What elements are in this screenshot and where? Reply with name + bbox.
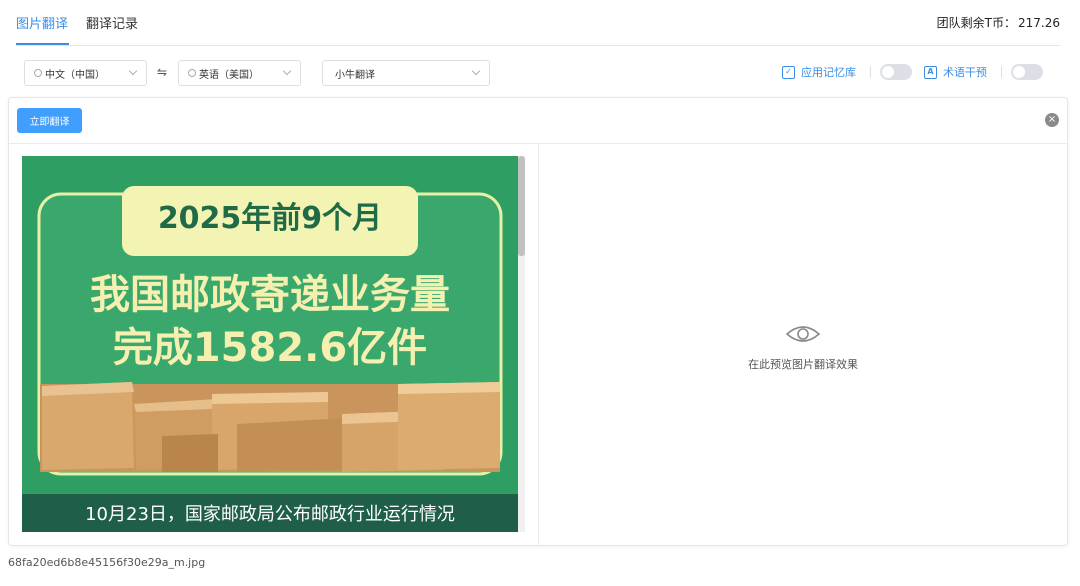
scrollbar-thumb[interactable] (518, 156, 525, 256)
engine-value: 小牛翻译 (335, 69, 375, 81)
term-option-label: 术语干预 (943, 66, 987, 79)
panel-header: 立即翻译 × (9, 98, 1067, 144)
balance-display: 团队剩余T币： 217.26 (937, 14, 1060, 31)
close-icon[interactable]: × (1045, 113, 1059, 127)
chevron-down-icon (282, 66, 292, 76)
translation-panel: 立即翻译 × 2025年前9个月 我国邮政寄递业务量 完成1582.6亿件 10… (8, 97, 1068, 546)
preview-placeholder-text: 在此预览图片翻译效果 (748, 358, 858, 371)
tab-translate-history[interactable]: 翻译记录 (86, 13, 138, 32)
eye-icon (785, 326, 821, 342)
target-language-select[interactable]: 英语（美国） (178, 60, 301, 86)
memory-checkbox-icon: ✓ (782, 65, 795, 79)
controls-row: 中文（中国） ⇋ 英语（美国） 小牛翻译 ✓ 应用记忆库 A 术语干预 (0, 56, 1080, 90)
translate-now-button[interactable]: 立即翻译 (17, 108, 82, 133)
top-bar: 图片翻译 翻译记录 团队剩余T币： 217.26 (0, 0, 1080, 46)
divider (16, 45, 1060, 46)
search-icon (188, 69, 196, 77)
search-icon (34, 69, 42, 77)
term-icon: A (924, 65, 937, 79)
source-image-graphic: 2025年前9个月 我国邮政寄递业务量 完成1582.6亿件 10月23日，国家… (22, 156, 518, 532)
divider (1001, 66, 1002, 78)
term-toggle[interactable] (1011, 64, 1043, 80)
balance-value: 217.26 (1018, 16, 1060, 30)
image-headline-line1: 我国邮政寄递业务量 (90, 272, 450, 318)
source-language-select[interactable]: 中文（中国） (24, 60, 147, 86)
memory-toggle[interactable] (880, 64, 912, 80)
file-name: 68fa20ed6b8e45156f30e29a_m.jpg (8, 556, 206, 569)
image-scrollbar[interactable] (518, 156, 525, 532)
toggle-knob (882, 66, 894, 78)
balance-label: 团队剩余T币： (936, 16, 1016, 30)
swap-languages-icon[interactable]: ⇋ (157, 65, 167, 79)
chevron-down-icon (471, 66, 481, 76)
source-image-pane: 2025年前9个月 我国邮政寄递业务量 完成1582.6亿件 10月23日，国家… (9, 144, 539, 545)
image-badge-text: 2025年前9个月 (158, 201, 382, 236)
divider (870, 66, 871, 78)
source-image: 2025年前9个月 我国邮政寄递业务量 完成1582.6亿件 10月23日，国家… (22, 156, 518, 532)
toggle-knob (1013, 66, 1025, 78)
target-language-value: 英语（美国） (199, 69, 259, 81)
source-language-value: 中文（中国） (45, 69, 105, 81)
chevron-down-icon (128, 66, 138, 76)
image-footer-text: 10月23日，国家邮政局公布邮政行业运行情况 (85, 504, 455, 525)
tab-image-translate[interactable]: 图片翻译 (16, 13, 68, 32)
memory-option-label: 应用记忆库 (801, 66, 856, 79)
engine-select[interactable]: 小牛翻译 (322, 60, 490, 86)
preview-pane: 在此预览图片翻译效果 (539, 144, 1067, 545)
term-option[interactable]: A 术语干预 (924, 64, 987, 80)
image-headline-line2: 完成1582.6亿件 (113, 325, 427, 371)
memory-option[interactable]: ✓ 应用记忆库 (782, 64, 856, 80)
